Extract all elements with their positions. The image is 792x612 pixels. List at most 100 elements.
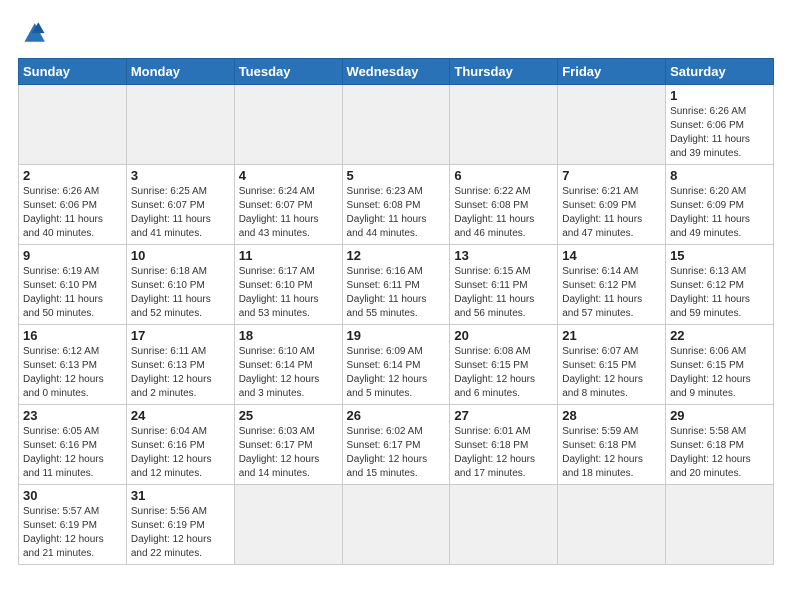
day-number: 19 (347, 328, 446, 343)
calendar-cell (558, 85, 666, 165)
calendar-cell: 17 Sunrise: 6:11 AM Sunset: 6:13 PM Dayli… (126, 325, 234, 405)
calendar-cell (19, 85, 127, 165)
day-info: Sunrise: 6:24 AM Sunset: 6:07 PM Dayligh… (239, 185, 338, 241)
day-number: 29 (670, 408, 769, 423)
calendar-cell: 11Sunrise: 6:17 AM Sunset: 6:10 PM Dayli… (234, 245, 342, 325)
calendar-cell: 10Sunrise: 6:18 AM Sunset: 6:10 PM Dayli… (126, 245, 234, 325)
weekday-saturday: Saturday (666, 59, 774, 85)
day-number: 6 (454, 168, 553, 183)
day-number: 21 (562, 328, 661, 343)
week-row-2: 2Sunrise: 6:26 AM Sunset: 6:06 PM Daylig… (19, 165, 774, 245)
day-number: 31 (131, 488, 230, 503)
weekday-tuesday: Tuesday (234, 59, 342, 85)
day-info: Sunrise: 6:04 AM Sunset: 6:16 PM Dayligh… (131, 425, 230, 481)
calendar-cell: 29 Sunrise: 5:58 AM Sunset: 6:18 PM Dayli… (666, 405, 774, 485)
calendar-cell: 2Sunrise: 6:26 AM Sunset: 6:06 PM Daylig… (19, 165, 127, 245)
header (18, 18, 774, 50)
day-number: 20 (454, 328, 553, 343)
calendar-cell: 23 Sunrise: 6:05 AM Sunset: 6:16 PM Dayli… (19, 405, 127, 485)
day-number: 3 (131, 168, 230, 183)
day-info: Sunrise: 6:26 AM Sunset: 6:06 PM Dayligh… (23, 185, 122, 241)
day-info: Sunrise: 6:09 AM Sunset: 6:14 PM Dayligh… (347, 345, 446, 401)
calendar-cell (342, 485, 450, 565)
day-info: Sunrise: 6:06 AM Sunset: 6:15 PM Dayligh… (670, 345, 769, 401)
day-info: Sunrise: 5:57 AM Sunset: 6:19 PM Dayligh… (23, 505, 122, 561)
week-row-6: 30Sunrise: 5:57 AM Sunset: 6:19 PM Dayli… (19, 485, 774, 565)
week-row-3: 9 Sunrise: 6:19 AM Sunset: 6:10 PM Daylig… (19, 245, 774, 325)
day-info: Sunrise: 6:23 AM Sunset: 6:08 PM Dayligh… (347, 185, 446, 241)
day-info: Sunrise: 5:59 AM Sunset: 6:18 PM Dayligh… (562, 425, 661, 481)
calendar-cell (234, 485, 342, 565)
calendar-cell: 16 Sunrise: 6:12 AM Sunset: 6:13 PM Dayli… (19, 325, 127, 405)
day-info: Sunrise: 6:13 AM Sunset: 6:12 PM Dayligh… (670, 265, 769, 321)
day-number: 14 (562, 248, 661, 263)
calendar-cell: 25 Sunrise: 6:03 AM Sunset: 6:17 PM Dayli… (234, 405, 342, 485)
day-number: 22 (670, 328, 769, 343)
day-number: 7 (562, 168, 661, 183)
day-number: 24 (131, 408, 230, 423)
calendar-cell (666, 485, 774, 565)
weekday-wednesday: Wednesday (342, 59, 450, 85)
day-info: Sunrise: 5:56 AM Sunset: 6:19 PM Dayligh… (131, 505, 230, 561)
calendar-cell: 5Sunrise: 6:23 AM Sunset: 6:08 PM Daylig… (342, 165, 450, 245)
day-info: Sunrise: 6:25 AM Sunset: 6:07 PM Dayligh… (131, 185, 230, 241)
calendar-cell (450, 485, 558, 565)
calendar-cell: 4 Sunrise: 6:24 AM Sunset: 6:07 PM Daylig… (234, 165, 342, 245)
day-number: 16 (23, 328, 122, 343)
calendar-cell: 26Sunrise: 6:02 AM Sunset: 6:17 PM Dayli… (342, 405, 450, 485)
week-row-1: 1 Sunrise: 6:26 AM Sunset: 6:06 PM Daylig… (19, 85, 774, 165)
weekday-thursday: Thursday (450, 59, 558, 85)
day-number: 23 (23, 408, 122, 423)
day-info: Sunrise: 6:02 AM Sunset: 6:17 PM Dayligh… (347, 425, 446, 481)
calendar-cell: 21Sunrise: 6:07 AM Sunset: 6:15 PM Dayli… (558, 325, 666, 405)
day-number: 13 (454, 248, 553, 263)
weekday-friday: Friday (558, 59, 666, 85)
calendar-cell: 24 Sunrise: 6:04 AM Sunset: 6:16 PM Dayli… (126, 405, 234, 485)
day-number: 25 (239, 408, 338, 423)
calendar-cell (342, 85, 450, 165)
day-number: 1 (670, 88, 769, 103)
calendar-cell: 8Sunrise: 6:20 AM Sunset: 6:09 PM Daylig… (666, 165, 774, 245)
day-number: 8 (670, 168, 769, 183)
day-info: Sunrise: 6:12 AM Sunset: 6:13 PM Dayligh… (23, 345, 122, 401)
calendar-cell: 19 Sunrise: 6:09 AM Sunset: 6:14 PM Dayli… (342, 325, 450, 405)
calendar-cell: 3 Sunrise: 6:25 AM Sunset: 6:07 PM Daylig… (126, 165, 234, 245)
day-info: Sunrise: 6:18 AM Sunset: 6:10 PM Dayligh… (131, 265, 230, 321)
logo-icon (20, 18, 52, 50)
calendar-cell: 6 Sunrise: 6:22 AM Sunset: 6:08 PM Daylig… (450, 165, 558, 245)
day-info: Sunrise: 6:22 AM Sunset: 6:08 PM Dayligh… (454, 185, 553, 241)
calendar-cell: 30Sunrise: 5:57 AM Sunset: 6:19 PM Dayli… (19, 485, 127, 565)
week-row-4: 16 Sunrise: 6:12 AM Sunset: 6:13 PM Dayli… (19, 325, 774, 405)
day-info: Sunrise: 6:15 AM Sunset: 6:11 PM Dayligh… (454, 265, 553, 321)
week-row-5: 23 Sunrise: 6:05 AM Sunset: 6:16 PM Dayli… (19, 405, 774, 485)
day-info: Sunrise: 6:03 AM Sunset: 6:17 PM Dayligh… (239, 425, 338, 481)
day-number: 12 (347, 248, 446, 263)
day-info: Sunrise: 6:05 AM Sunset: 6:16 PM Dayligh… (23, 425, 122, 481)
day-info: Sunrise: 6:11 AM Sunset: 6:13 PM Dayligh… (131, 345, 230, 401)
day-number: 18 (239, 328, 338, 343)
calendar-cell: 31 Sunrise: 5:56 AM Sunset: 6:19 PM Dayli… (126, 485, 234, 565)
calendar-cell: 15 Sunrise: 6:13 AM Sunset: 6:12 PM Dayli… (666, 245, 774, 325)
logo (18, 18, 52, 50)
weekday-monday: Monday (126, 59, 234, 85)
calendar-cell (234, 85, 342, 165)
day-number: 17 (131, 328, 230, 343)
calendar-cell: 14 Sunrise: 6:14 AM Sunset: 6:12 PM Dayli… (558, 245, 666, 325)
day-info: Sunrise: 6:19 AM Sunset: 6:10 PM Dayligh… (23, 265, 122, 321)
day-info: Sunrise: 6:14 AM Sunset: 6:12 PM Dayligh… (562, 265, 661, 321)
day-number: 28 (562, 408, 661, 423)
day-number: 15 (670, 248, 769, 263)
calendar-cell: 20Sunrise: 6:08 AM Sunset: 6:15 PM Dayli… (450, 325, 558, 405)
day-info: Sunrise: 6:21 AM Sunset: 6:09 PM Dayligh… (562, 185, 661, 241)
weekday-header-row: SundayMondayTuesdayWednesdayThursdayFrid… (19, 59, 774, 85)
day-number: 4 (239, 168, 338, 183)
page: SundayMondayTuesdayWednesdayThursdayFrid… (0, 0, 792, 575)
calendar-cell: 7 Sunrise: 6:21 AM Sunset: 6:09 PM Daylig… (558, 165, 666, 245)
calendar-cell: 12Sunrise: 6:16 AM Sunset: 6:11 PM Dayli… (342, 245, 450, 325)
day-info: Sunrise: 5:58 AM Sunset: 6:18 PM Dayligh… (670, 425, 769, 481)
day-info: Sunrise: 6:26 AM Sunset: 6:06 PM Dayligh… (670, 105, 769, 161)
day-number: 9 (23, 248, 122, 263)
calendar-cell: 1 Sunrise: 6:26 AM Sunset: 6:06 PM Daylig… (666, 85, 774, 165)
day-info: Sunrise: 6:17 AM Sunset: 6:10 PM Dayligh… (239, 265, 338, 321)
calendar-cell: 9 Sunrise: 6:19 AM Sunset: 6:10 PM Daylig… (19, 245, 127, 325)
